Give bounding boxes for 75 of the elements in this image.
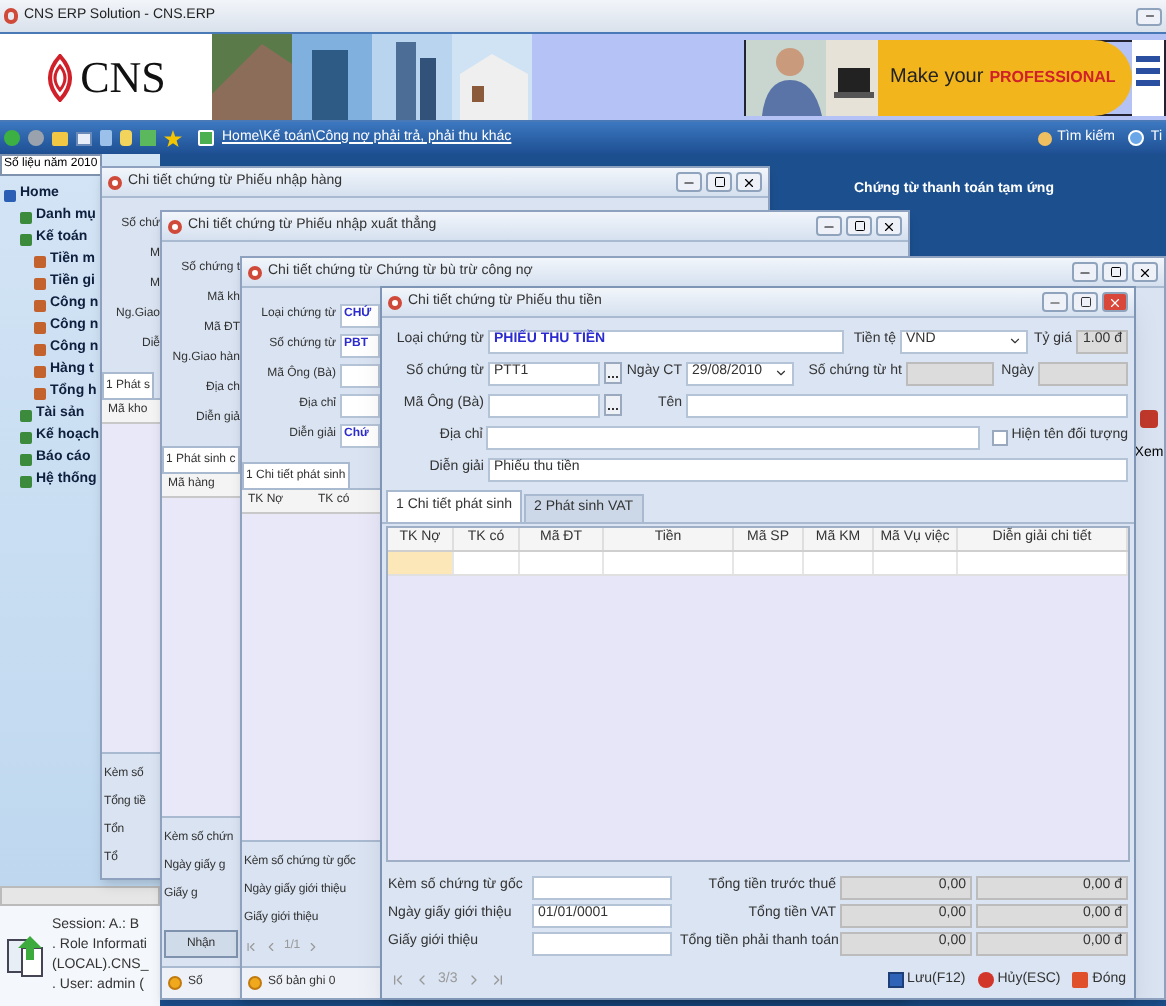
stripe-logo-icon (1132, 39, 1164, 115)
minimize-button[interactable] (1072, 262, 1098, 282)
logo-icon (46, 53, 75, 101)
grid-cell[interactable] (388, 552, 454, 574)
address-field[interactable] (486, 425, 980, 449)
close-icon (1138, 265, 1152, 279)
maximize-icon (853, 220, 865, 232)
close-button[interactable] (1132, 262, 1158, 282)
lookup-button[interactable] (604, 394, 622, 416)
minimize-button[interactable] (816, 216, 842, 236)
app-icon (248, 265, 262, 279)
reference-date-field (1038, 361, 1128, 385)
maximize-button[interactable] (1072, 292, 1098, 312)
node-icon (34, 277, 46, 289)
app-icon (388, 295, 402, 309)
node-icon (20, 475, 32, 487)
text-field[interactable] (340, 363, 380, 387)
close-icon (1072, 972, 1089, 988)
first-page-icon[interactable] (244, 939, 258, 953)
close-icon (742, 175, 756, 189)
maximize-button[interactable] (1102, 262, 1128, 282)
name-field[interactable] (686, 393, 1128, 417)
window-icon[interactable] (76, 131, 92, 145)
customer-code-field[interactable] (488, 393, 600, 417)
node-icon (20, 409, 32, 421)
close-icon (882, 219, 896, 233)
app-icon (4, 8, 18, 24)
text-field[interactable] (340, 393, 380, 417)
ad-highlight: PROFESSIONAL (989, 65, 1116, 89)
node-icon (4, 189, 16, 201)
node-icon (20, 431, 32, 443)
logo-text: CNS (80, 50, 166, 106)
last-page-icon[interactable] (489, 972, 506, 988)
star-icon[interactable] (164, 129, 182, 147)
dropdown-icon (774, 366, 788, 380)
node-icon (34, 387, 46, 399)
ad-text: Make your (890, 64, 984, 92)
minimize-button[interactable] (676, 172, 702, 192)
node-icon (20, 233, 32, 245)
close-icon (1108, 295, 1122, 309)
minimize-icon (1143, 10, 1155, 22)
minimize-button[interactable] (1136, 7, 1162, 25)
node-icon (34, 299, 46, 311)
node-icon (34, 321, 46, 333)
lookup-button[interactable] (604, 362, 622, 384)
dropdown-icon (1008, 334, 1022, 348)
node-icon (34, 343, 46, 355)
close-button[interactable] (736, 172, 762, 192)
previous-page-icon[interactable] (264, 939, 278, 953)
app-icon (168, 219, 182, 233)
maximize-icon (1079, 296, 1091, 308)
previous-page-icon[interactable] (414, 972, 430, 988)
close-button[interactable] (876, 216, 902, 236)
app-icon (108, 175, 122, 189)
first-page-icon[interactable] (390, 972, 406, 988)
text-field[interactable] (532, 931, 672, 955)
coin-icon (168, 976, 182, 990)
reference-number-field (906, 361, 994, 385)
maximize-icon (713, 176, 725, 188)
node-icon (34, 365, 46, 377)
maximize-icon (1109, 266, 1121, 278)
next-page-icon[interactable] (306, 939, 321, 953)
user-card-icon (6, 932, 46, 980)
cancel-icon (977, 972, 994, 988)
save-icon (887, 972, 904, 988)
globe-icon (1128, 130, 1145, 146)
show-name-checkbox[interactable] (991, 429, 1008, 445)
folder-icon[interactable] (52, 131, 68, 145)
maximize-button[interactable] (846, 216, 872, 236)
node-icon (34, 255, 46, 267)
node-icon (20, 453, 32, 465)
node-icon (20, 211, 32, 223)
coin-icon (248, 976, 262, 990)
maximize-button[interactable] (706, 172, 732, 192)
text-field[interactable] (532, 875, 672, 899)
